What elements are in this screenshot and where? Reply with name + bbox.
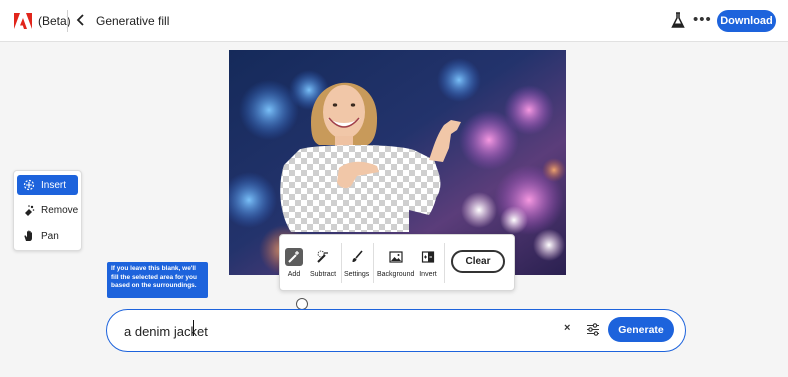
sliders-icon[interactable] xyxy=(586,323,600,336)
remove-tool[interactable]: Remove xyxy=(17,200,78,220)
invert-label: Invert xyxy=(419,271,437,278)
background-label: Background xyxy=(377,271,415,278)
remove-icon xyxy=(23,204,35,216)
insert-icon xyxy=(23,179,35,191)
clear-button[interactable]: Clear xyxy=(451,250,505,273)
more-icon[interactable]: ••• xyxy=(693,11,712,28)
brush-icon xyxy=(348,248,366,266)
prompt-input[interactable] xyxy=(124,321,524,341)
hand-icon xyxy=(23,230,35,242)
pan-tool[interactable]: Pan xyxy=(17,226,78,246)
add-brush-button[interactable]: Add xyxy=(285,248,303,278)
subtract-brush-button[interactable]: Subtract xyxy=(310,248,336,278)
top-bar: (Beta) Generative fill ••• Download xyxy=(0,0,788,42)
add-brush-label: Add xyxy=(287,271,301,278)
page-title: Generative fill xyxy=(96,14,170,28)
header-divider xyxy=(67,10,68,32)
brush-subtract-icon xyxy=(314,248,332,266)
text-caret xyxy=(193,320,194,336)
subtract-brush-label: Subtract xyxy=(310,271,337,278)
tool-panel: Insert Remove Pan xyxy=(13,170,82,251)
toolbar-divider xyxy=(373,243,374,283)
brush-add-icon xyxy=(285,248,303,266)
invert-icon xyxy=(419,248,437,266)
clear-prompt-icon[interactable]: × xyxy=(564,322,570,334)
chevron-left-icon[interactable] xyxy=(74,12,88,28)
insert-tool[interactable]: Insert xyxy=(17,175,78,195)
flask-icon[interactable] xyxy=(671,12,685,29)
invert-button[interactable]: Invert xyxy=(419,248,437,278)
insert-tool-label: Insert xyxy=(41,179,67,191)
beta-label: (Beta) xyxy=(38,14,71,28)
image-icon xyxy=(387,248,405,266)
remove-tool-label: Remove xyxy=(41,204,79,216)
background-button[interactable]: Background xyxy=(377,248,414,278)
brush-settings-button[interactable]: Settings xyxy=(344,248,369,278)
generate-button[interactable]: Generate xyxy=(608,317,674,342)
selection-toolbar: Add Subtract Settings Background Invert … xyxy=(279,234,515,291)
toolbar-divider xyxy=(341,243,342,283)
tooltip-tail xyxy=(202,292,208,298)
adobe-logo[interactable] xyxy=(14,13,32,29)
brush-settings-label: Settings xyxy=(344,271,370,278)
prompt-tooltip: If you leave this blank, we'll fill the … xyxy=(107,262,208,298)
toolbar-divider xyxy=(444,243,445,283)
download-button[interactable]: Download xyxy=(717,10,776,32)
pan-tool-label: Pan xyxy=(41,230,59,242)
